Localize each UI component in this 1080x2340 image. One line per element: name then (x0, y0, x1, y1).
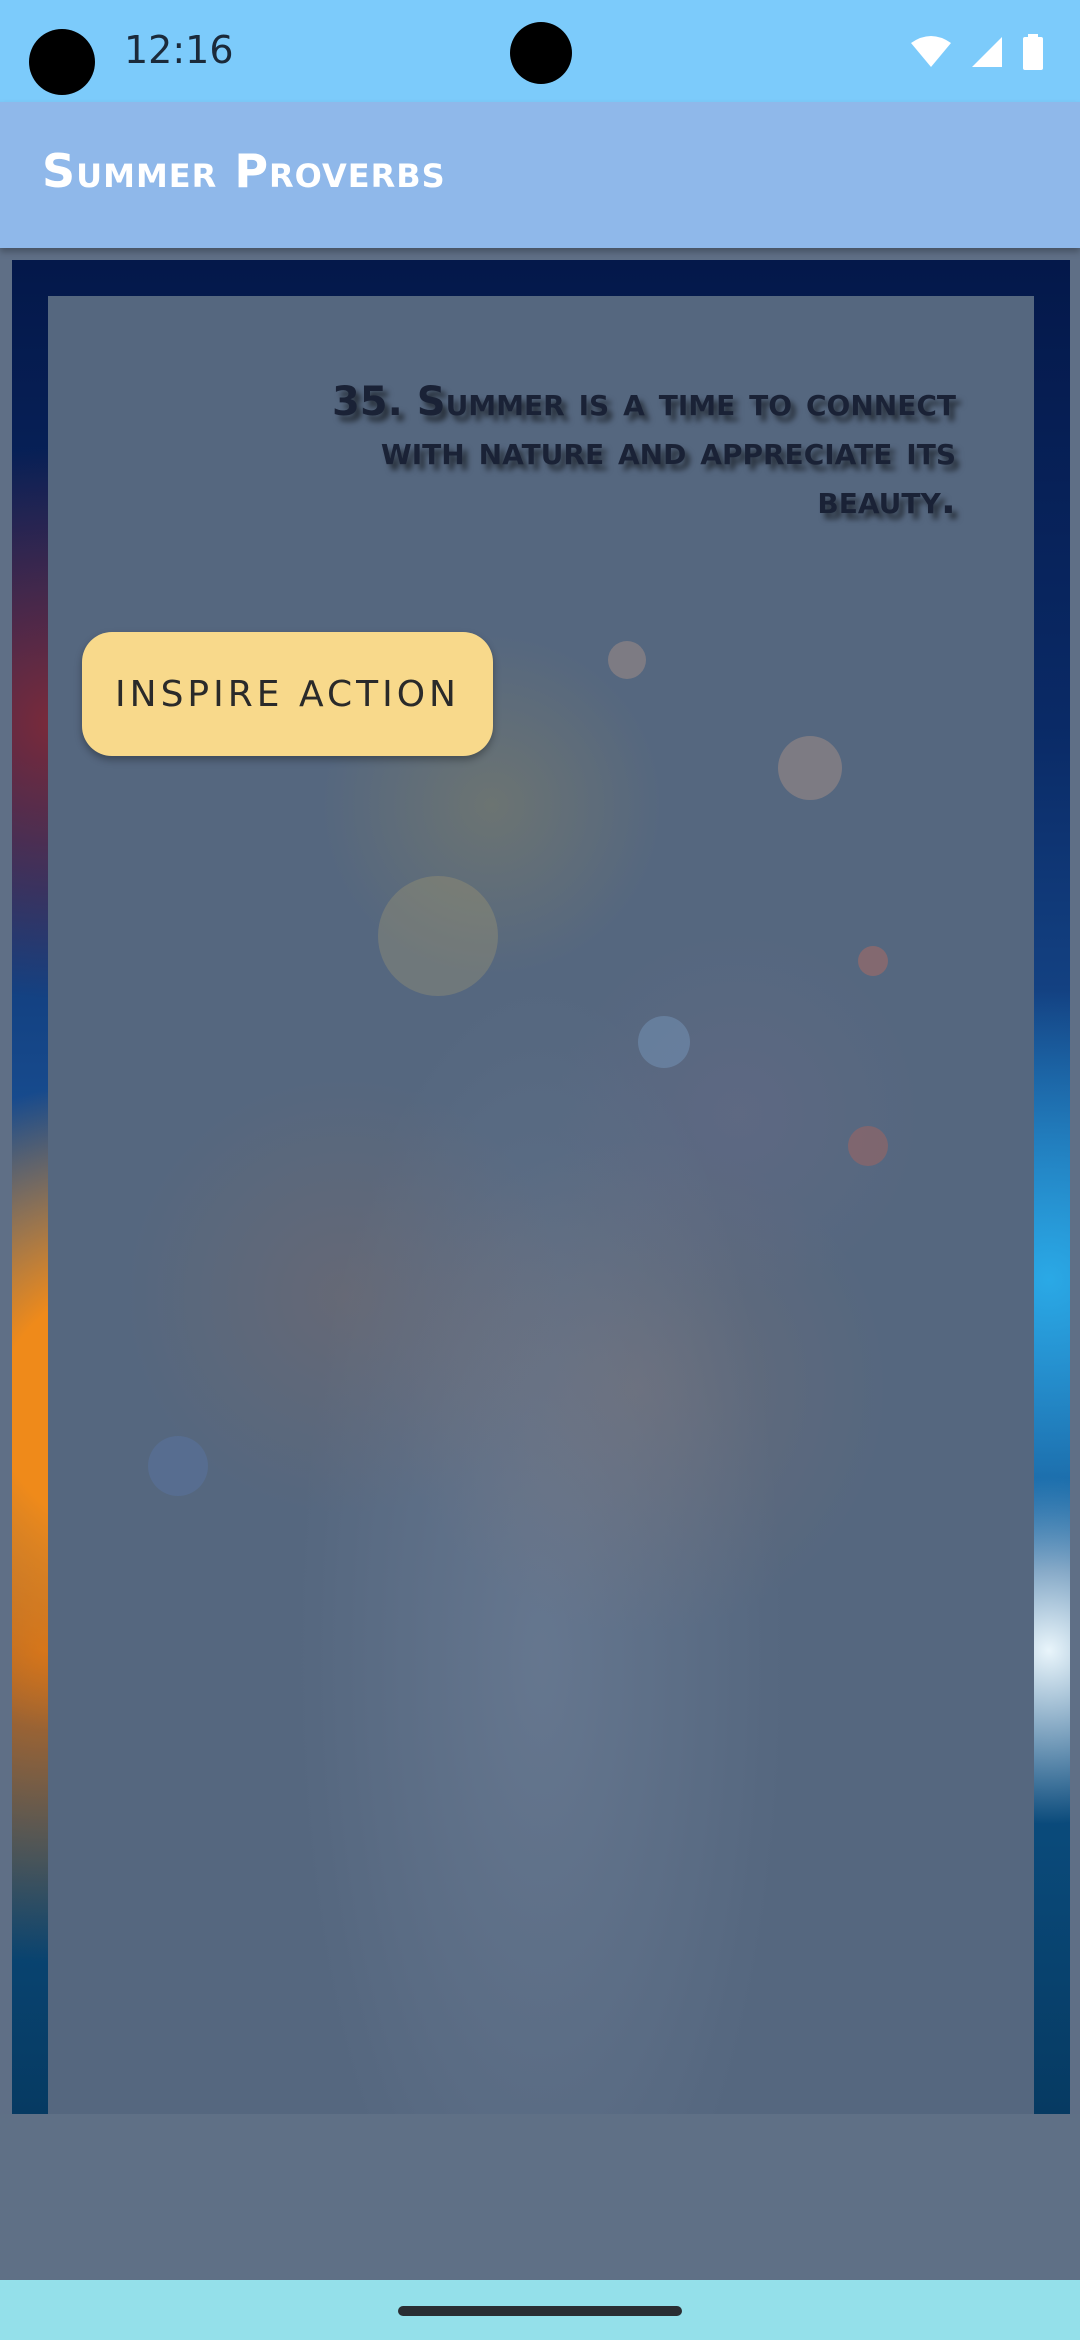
battery-icon (1023, 34, 1043, 70)
decor-bubble (608, 641, 646, 679)
decor-bubble (378, 876, 498, 996)
proverb-text: 35. Summer is a time to connect with nat… (331, 379, 956, 523)
wifi-icon (911, 36, 951, 67)
decor-bubble (638, 1016, 690, 1068)
status-bar: 12:16 (0, 0, 1080, 102)
status-icons (910, 30, 1044, 74)
decor-bubble (148, 1436, 208, 1496)
app-bar: Summer Proverbs (0, 102, 1080, 248)
app-title: Summer Proverbs (42, 144, 446, 198)
home-gesture-handle[interactable] (398, 2306, 682, 2316)
bottom-band (0, 2114, 1080, 2280)
camera-cutout-left (29, 29, 95, 95)
decor-bubble (778, 736, 842, 800)
camera-cutout-center (510, 22, 572, 84)
decor-bubble (848, 1126, 888, 1166)
cell-signal-icon (972, 37, 1002, 67)
decor-bubble (858, 946, 888, 976)
status-time: 12:16 (124, 28, 234, 72)
inspire-action-button[interactable]: INSPIRE ACTION (82, 632, 493, 756)
content-panel (48, 296, 1034, 2114)
